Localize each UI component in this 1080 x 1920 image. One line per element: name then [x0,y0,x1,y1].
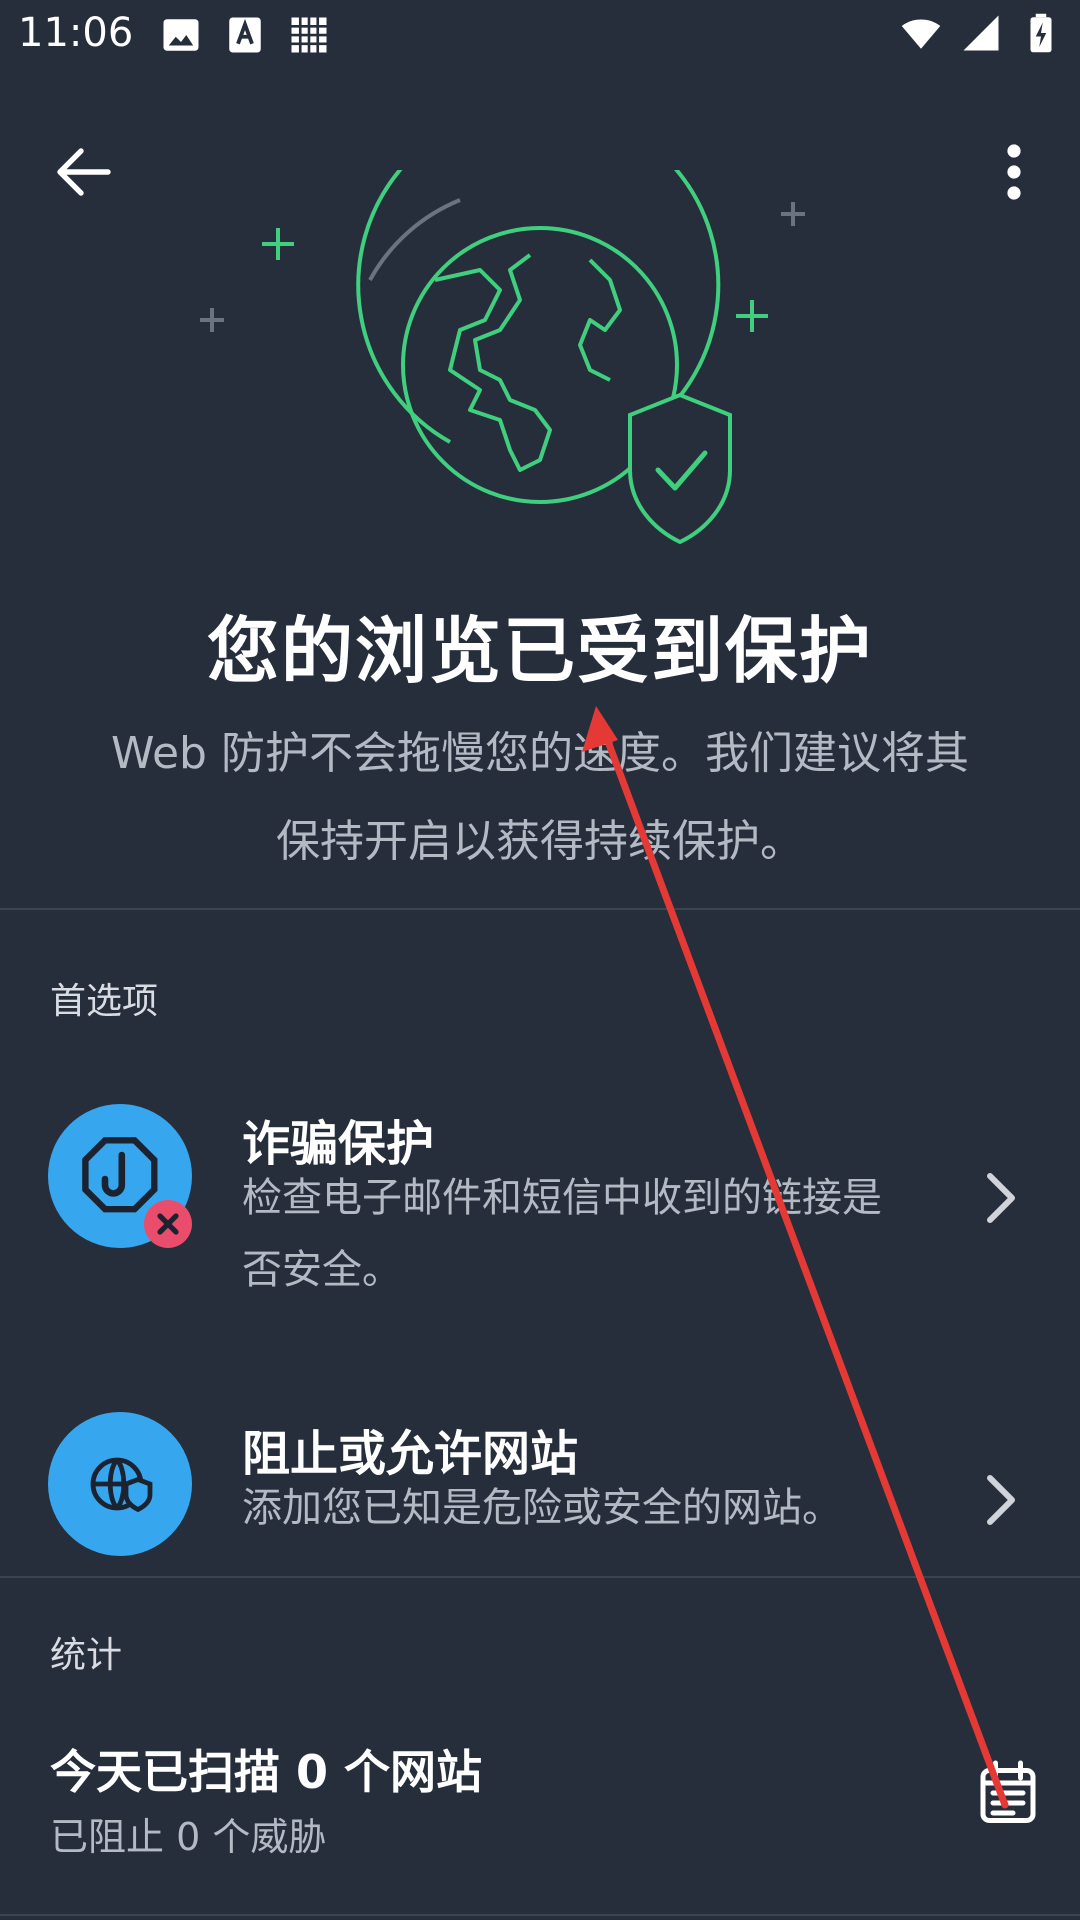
pattern-icon [291,17,327,53]
battery-charging-icon [1030,13,1052,53]
hero-description: Web 防护不会拖慢您的速度。我们建议将其 保持开启以获得持续保护。 [60,710,1020,886]
chevron-right-icon [987,1173,1015,1223]
divider [0,908,1080,910]
section-label-preferences: 首选项 [50,981,159,1022]
scam-protection-subtitle-line1: 检查电子邮件和短信中收到的链接是 [242,1175,882,1221]
globe-shield-icon [48,1412,192,1556]
blocked-threats-count: 已阻止 0 个威胁 [50,1815,327,1859]
image-icon [163,19,199,51]
chevron-right-icon [987,1475,1015,1525]
divider [0,1576,1080,1578]
more-options-button[interactable] [978,136,1050,208]
page-title: 您的浏览已受到保护 [206,609,873,693]
list-item-block-allow-sites[interactable]: 阻止或允许网站 添加您已知是危险或安全的网站。 [0,1390,1080,1580]
wifi-icon [901,19,941,49]
hero-description-line2: 保持开启以获得持续保护。 [276,816,804,867]
list-item-scam-protection[interactable]: 诈骗保护 检查电子邮件和短信中收到的链接是 否安全。 [0,1080,1080,1320]
calendar-button[interactable] [978,1760,1038,1826]
scam-protection-subtitle: 检查电子邮件和短信中收到的链接是 否安全。 [242,1162,942,1306]
globe-shield-check-icon [200,170,805,545]
back-button[interactable] [48,136,120,208]
divider [0,1914,1080,1916]
hero-description-line1: Web 防护不会拖慢您的速度。我们建议将其 [111,728,969,779]
scam-protection-subtitle-line2: 否安全。 [242,1247,402,1293]
section-label-stats: 统计 [50,1635,123,1676]
status-icons-left [160,14,330,56]
block-allow-sites-subtitle: 添加您已知是危险或安全的网站。 [242,1485,842,1531]
close-icon [144,1200,192,1248]
scanned-sites-count: 今天已扫描 0 个网站 [50,1745,483,1799]
status-time: 11:06 [18,10,134,56]
status-icons-right [900,12,1062,54]
signal-icon [963,15,999,51]
text-a-icon [229,17,261,53]
